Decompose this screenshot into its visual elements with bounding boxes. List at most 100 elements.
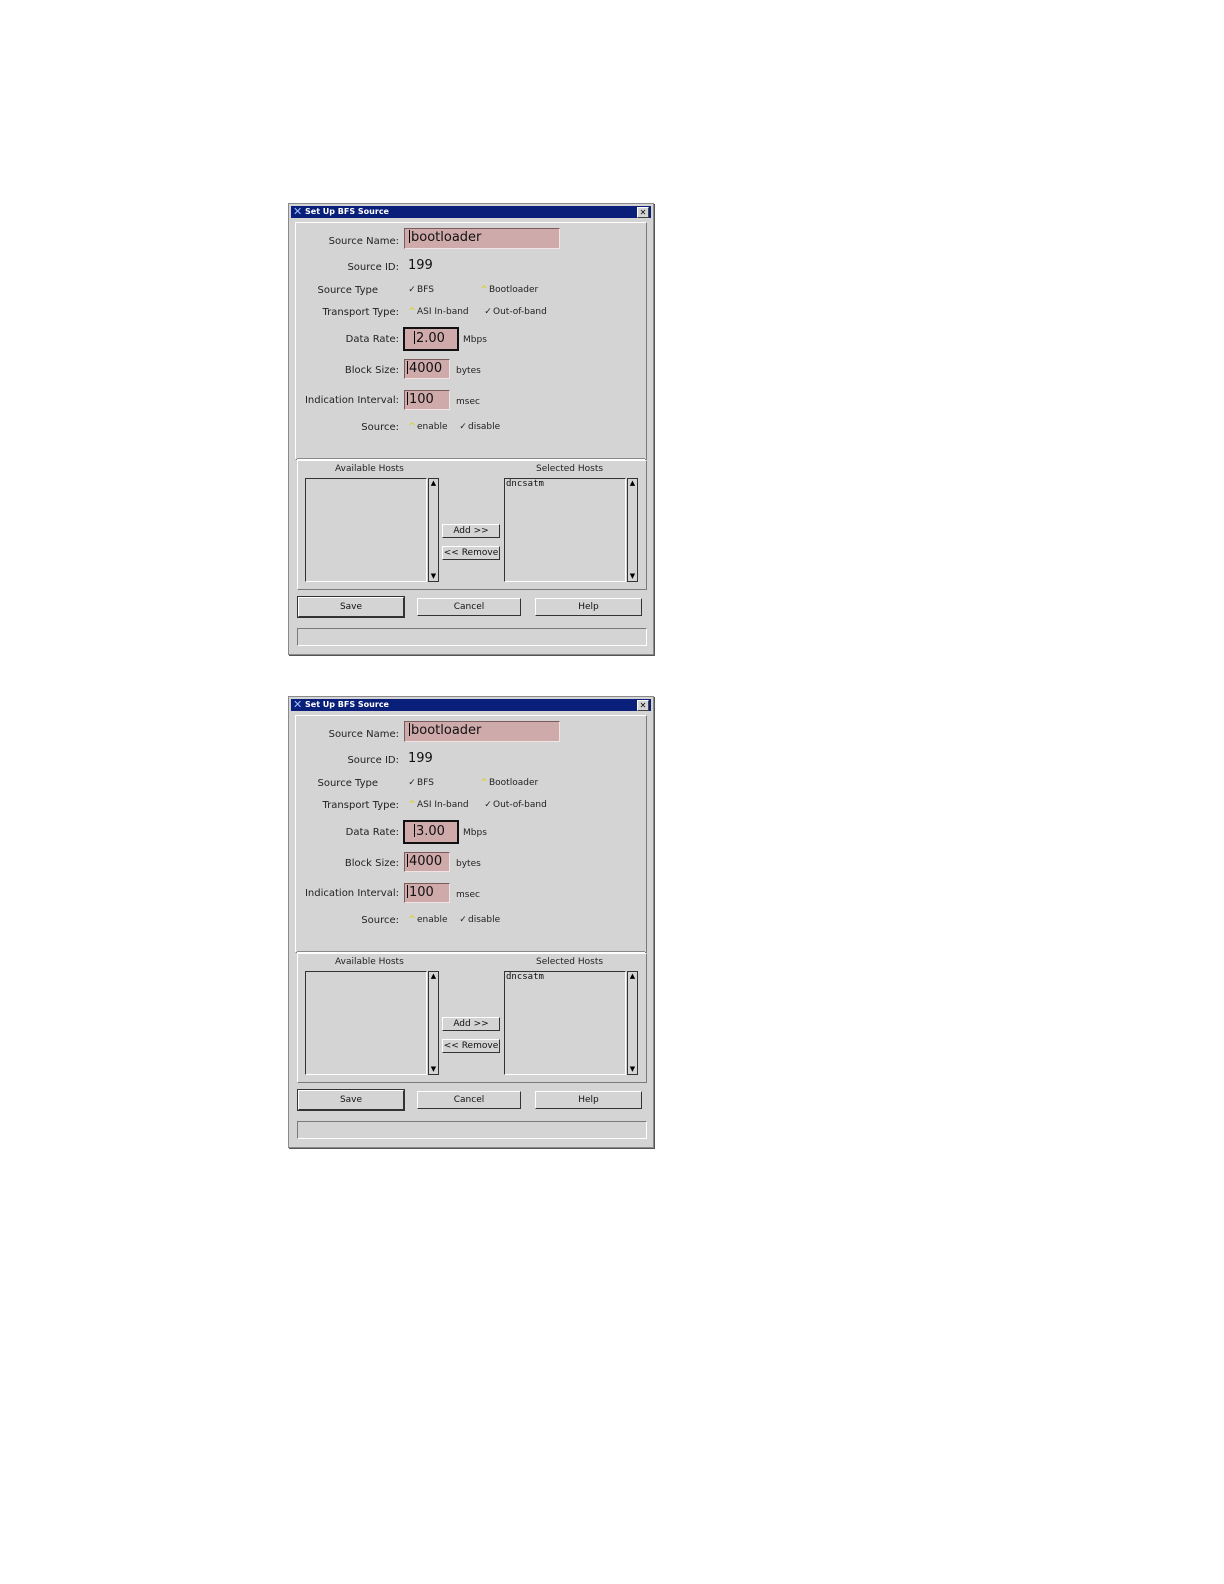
selected-hosts-scrollbar[interactable]: ▲ ▼: [627, 478, 638, 582]
source-type-label: Source Type: [317, 778, 379, 789]
available-hosts-scrollbar[interactable]: ▲ ▼: [428, 478, 439, 582]
x-logo-icon: ✕: [293, 698, 303, 711]
indication-interval-value: 100: [409, 885, 434, 900]
title-bar[interactable]: ✕ Set Up BFS Source ✕: [291, 206, 651, 218]
status-bar: [297, 628, 647, 646]
available-hosts-label: Available Hosts: [335, 957, 404, 967]
selected-hosts-label: Selected Hosts: [536, 957, 604, 967]
list-item[interactable]: dncsatm: [505, 972, 625, 983]
cancel-button[interactable]: Cancel: [417, 1091, 521, 1109]
checkmark-down-icon: ✓: [484, 800, 492, 810]
transport-asi-inband-radio[interactable]: ^ASI In-band: [407, 800, 469, 810]
list-item[interactable]: dncsatm: [505, 479, 625, 490]
data-rate-field[interactable]: 2.00: [403, 327, 459, 351]
available-hosts-list[interactable]: [305, 478, 427, 582]
diamond-up-icon: ^: [408, 800, 416, 810]
source-type-bootloader-radio[interactable]: ^Bootloader: [479, 285, 538, 295]
data-rate-label: Data Rate:: [345, 827, 399, 838]
scroll-down-arrow-icon[interactable]: ▼: [429, 1065, 438, 1074]
indication-interval-label: Indication Interval:: [304, 888, 399, 899]
transport-type-label: Transport Type:: [322, 800, 399, 811]
source-type-bfs-radio[interactable]: ✓BFS: [407, 285, 434, 295]
indication-interval-field[interactable]: 100: [404, 390, 450, 410]
source-type-bootloader-radio[interactable]: ^Bootloader: [479, 778, 538, 788]
data-rate-unit: Mbps: [463, 335, 487, 345]
transport-asi-inband-label: ASI In-band: [417, 800, 469, 810]
remove-host-button[interactable]: << Remove: [442, 1039, 500, 1053]
dialog-window-2: ✕ Set Up BFS Source ✕ Source Name: bootl…: [288, 696, 654, 1148]
title-bar[interactable]: ✕ Set Up BFS Source ✕: [291, 699, 651, 711]
block-size-field[interactable]: 4000: [404, 852, 450, 872]
window-title: Set Up BFS Source: [305, 207, 389, 216]
block-size-value: 4000: [409, 361, 443, 376]
diamond-up-icon: ^: [480, 285, 488, 295]
available-hosts-list[interactable]: [305, 971, 427, 1075]
transport-out-of-band-label: Out-of-band: [493, 307, 547, 317]
save-button[interactable]: Save: [297, 1089, 405, 1111]
indication-interval-field[interactable]: 100: [404, 883, 450, 903]
window-title: Set Up BFS Source: [305, 700, 389, 709]
source-name-field[interactable]: bootloader: [404, 721, 560, 742]
close-icon[interactable]: ✕: [637, 207, 649, 218]
source-enable-radio[interactable]: ^enable: [407, 915, 447, 925]
transport-out-of-band-radio[interactable]: ✓Out-of-band: [483, 800, 547, 810]
source-type-bfs-label: BFS: [417, 285, 434, 295]
data-rate-unit: Mbps: [463, 828, 487, 838]
help-button[interactable]: Help: [535, 598, 642, 616]
available-hosts-scrollbar[interactable]: ▲ ▼: [428, 971, 439, 1075]
source-enable-radio[interactable]: ^enable: [407, 422, 447, 432]
checkmark-down-icon: ✓: [408, 778, 416, 788]
checkmark-down-icon: ✓: [459, 915, 467, 925]
transport-out-of-band-radio[interactable]: ✓Out-of-band: [483, 307, 547, 317]
source-state-label: Source:: [361, 422, 399, 433]
scroll-up-arrow-icon[interactable]: ▲: [429, 972, 438, 981]
diamond-up-icon: ^: [480, 778, 488, 788]
close-icon[interactable]: ✕: [637, 700, 649, 711]
diamond-up-icon: ^: [408, 422, 416, 432]
block-size-unit: bytes: [456, 859, 481, 869]
scroll-up-arrow-icon[interactable]: ▲: [429, 479, 438, 488]
selected-hosts-label: Selected Hosts: [536, 464, 604, 474]
source-type-bfs-radio[interactable]: ✓BFS: [407, 778, 434, 788]
scroll-down-arrow-icon[interactable]: ▼: [628, 1065, 637, 1074]
selected-hosts-scrollbar[interactable]: ▲ ▼: [627, 971, 638, 1075]
block-size-value: 4000: [409, 854, 443, 869]
selected-hosts-list[interactable]: dncsatm: [504, 478, 626, 582]
scroll-up-arrow-icon[interactable]: ▲: [628, 972, 637, 981]
indication-interval-value: 100: [409, 392, 434, 407]
source-name-value: bootloader: [411, 230, 482, 245]
source-disable-label: disable: [468, 422, 501, 432]
source-disable-radio[interactable]: ✓disable: [458, 915, 500, 925]
data-rate-value: 3.00: [416, 824, 445, 839]
source-id-label: Source ID:: [347, 755, 399, 766]
help-button[interactable]: Help: [535, 1091, 642, 1109]
transport-type-label: Transport Type:: [322, 307, 399, 318]
data-rate-field[interactable]: 3.00: [403, 820, 459, 844]
diamond-up-icon: ^: [408, 915, 416, 925]
source-type-bfs-label: BFS: [417, 778, 434, 788]
transport-asi-inband-radio[interactable]: ^ASI In-band: [407, 307, 468, 317]
source-name-value: bootloader: [411, 723, 482, 738]
source-name-field[interactable]: bootloader: [404, 228, 560, 249]
add-host-button[interactable]: Add >>: [442, 1017, 500, 1031]
cancel-button[interactable]: Cancel: [417, 598, 521, 616]
block-size-field[interactable]: 4000: [404, 359, 450, 379]
save-button[interactable]: Save: [297, 596, 405, 618]
scroll-up-arrow-icon[interactable]: ▲: [628, 479, 637, 488]
remove-host-button[interactable]: << Remove: [442, 546, 500, 560]
source-disable-radio[interactable]: ✓disable: [458, 422, 500, 432]
indication-interval-unit: msec: [456, 890, 480, 900]
source-name-label: Source Name:: [328, 236, 399, 247]
data-rate-value: 2.00: [416, 331, 445, 346]
scroll-down-arrow-icon[interactable]: ▼: [429, 572, 438, 581]
source-type-label: Source Type: [317, 285, 379, 296]
add-host-button[interactable]: Add >>: [442, 524, 500, 538]
dialog-window-1: ✕ Set Up BFS Source ✕ Source Name: bootl…: [288, 203, 654, 655]
status-bar: [297, 1121, 647, 1139]
available-hosts-label: Available Hosts: [335, 464, 404, 474]
selected-hosts-list[interactable]: dncsatm: [504, 971, 626, 1075]
scroll-down-arrow-icon[interactable]: ▼: [628, 572, 637, 581]
block-size-label: Block Size:: [344, 858, 399, 869]
indication-interval-label: Indication Interval:: [304, 395, 399, 406]
diamond-up-icon: ^: [408, 307, 416, 317]
